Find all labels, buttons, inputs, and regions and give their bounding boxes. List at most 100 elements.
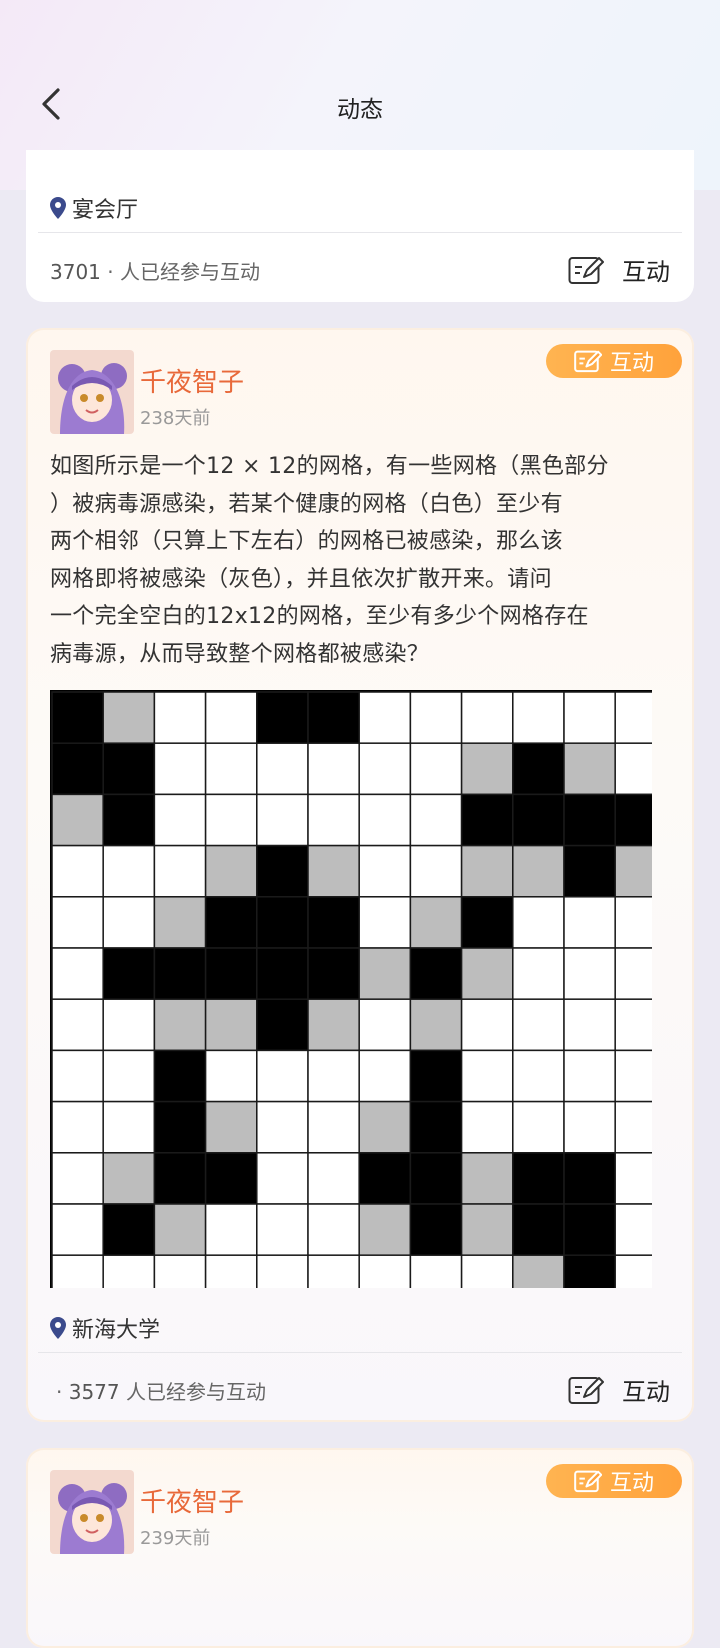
grid-cell <box>460 742 514 796</box>
grid-cell <box>256 1254 309 1288</box>
grid-cell <box>563 1254 616 1288</box>
grid-cell <box>51 691 104 744</box>
grid-cell <box>102 844 156 898</box>
grid-cell <box>102 998 156 1052</box>
interact-badge[interactable]: 互动 <box>546 344 682 378</box>
divider <box>38 232 682 233</box>
grid-cell <box>563 947 616 1000</box>
grid-cell <box>307 691 360 744</box>
grid-cell <box>256 742 309 796</box>
grid-cell <box>256 947 309 1000</box>
grid-cell <box>51 793 104 847</box>
divider <box>38 1352 682 1353</box>
grid-cell <box>204 1100 258 1154</box>
grid-cell <box>409 1254 463 1288</box>
grid-cell <box>358 844 412 898</box>
post-line: ）被病毒源感染，若某个健康的网格（白色）至少有 <box>50 491 563 517</box>
grid-cell <box>563 998 616 1052</box>
grid-cell <box>358 947 412 1000</box>
grid-cell <box>409 742 463 796</box>
grid-cell <box>204 1254 258 1288</box>
grid-cell <box>460 947 514 1000</box>
edit-note-icon <box>568 256 604 284</box>
grid-cell <box>460 1203 514 1256</box>
participation-count: 3701 · 人已经参与互动 <box>50 256 260 285</box>
grid-cell <box>204 1203 258 1256</box>
grid-cell <box>102 793 156 847</box>
grid-cell <box>409 998 463 1052</box>
grid-cell <box>256 1100 309 1154</box>
grid-cell <box>307 1100 360 1154</box>
grid-cell <box>614 1049 652 1103</box>
grid-cell <box>358 1254 412 1288</box>
grid-cell <box>204 1049 258 1103</box>
grid-cell <box>614 1100 652 1154</box>
grid-cell <box>102 1049 156 1103</box>
grid-cell <box>51 998 104 1052</box>
grid-cell <box>102 742 156 796</box>
grid-cell <box>358 1152 412 1205</box>
grid-cell <box>614 691 652 744</box>
avatar[interactable] <box>50 350 134 434</box>
grid-cell <box>307 1203 360 1256</box>
grid-cell <box>204 947 258 1000</box>
grid-cell <box>460 1100 514 1154</box>
participant-suffix: · 人已经参与互动 <box>107 260 260 284</box>
grid-cell <box>51 1203 104 1256</box>
post-line: 网格即将被感染（灰色），并且依次扩散开来。请问 <box>50 566 552 592</box>
grid-cell <box>512 1152 565 1205</box>
grid-cell <box>512 1049 565 1103</box>
post-image-grid[interactable] <box>50 690 652 1288</box>
post-line: 一个完全空白的12x12的网格，至少有多少个网格存在 <box>50 604 589 629</box>
grid-cell <box>51 1100 104 1154</box>
grid-cell <box>51 1152 104 1205</box>
grid-cell <box>153 1100 207 1154</box>
interact-button[interactable]: 互动 <box>568 252 670 287</box>
grid-cell <box>204 844 258 898</box>
edit-note-icon <box>574 350 602 373</box>
grid-cell <box>614 742 652 796</box>
grid-cell <box>153 742 207 796</box>
grid-cell <box>256 793 309 847</box>
grid-cell <box>102 1152 156 1205</box>
grid-cell <box>614 793 652 847</box>
grid-cell <box>307 998 360 1052</box>
grid-cell <box>460 844 514 898</box>
grid-cell <box>409 1203 463 1256</box>
grid-cell <box>153 998 207 1052</box>
grid-cell <box>460 998 514 1052</box>
grid-cell <box>51 742 104 796</box>
interact-badge[interactable]: 互动 <box>546 1464 682 1498</box>
grid-cell <box>512 691 565 744</box>
grid-cell <box>563 1203 616 1256</box>
grid-cell <box>204 998 258 1052</box>
page-title: 动态 <box>337 97 383 123</box>
grid-cell <box>460 1152 514 1205</box>
grid-cell <box>563 844 616 898</box>
author-name[interactable]: 千夜智子 <box>140 362 244 399</box>
grid-cell <box>512 793 565 847</box>
grid-cell <box>563 1152 616 1205</box>
grid-cell <box>460 1254 514 1288</box>
interact-button[interactable]: 互动 <box>568 1372 670 1407</box>
grid-cell <box>460 691 514 744</box>
grid-cell <box>153 1152 207 1205</box>
post-card: 宴会厅 3701 · 人已经参与互动 互动 <box>26 150 694 302</box>
grid-cell <box>102 691 156 744</box>
grid-cell <box>307 1254 360 1288</box>
grid-cell <box>409 947 463 1000</box>
participation-count: · 3577 人已经参与互动 <box>56 1376 266 1405</box>
grid-cell <box>409 896 463 949</box>
grid-cell <box>512 1203 565 1256</box>
grid-cell <box>512 998 565 1052</box>
post-line: 如图所示是一个12 × 12的网格，有一些网格（黑色部分 <box>50 454 609 479</box>
participant-number: 3577 <box>68 1380 120 1404</box>
grid-cell <box>204 742 258 796</box>
author-name[interactable]: 千夜智子 <box>140 1482 244 1519</box>
grid-cell <box>51 844 104 898</box>
grid-cell <box>563 793 616 847</box>
avatar[interactable] <box>50 1470 134 1554</box>
grid-cell <box>409 691 463 744</box>
grid-cell <box>512 1100 565 1154</box>
grid-cell <box>307 1152 360 1205</box>
